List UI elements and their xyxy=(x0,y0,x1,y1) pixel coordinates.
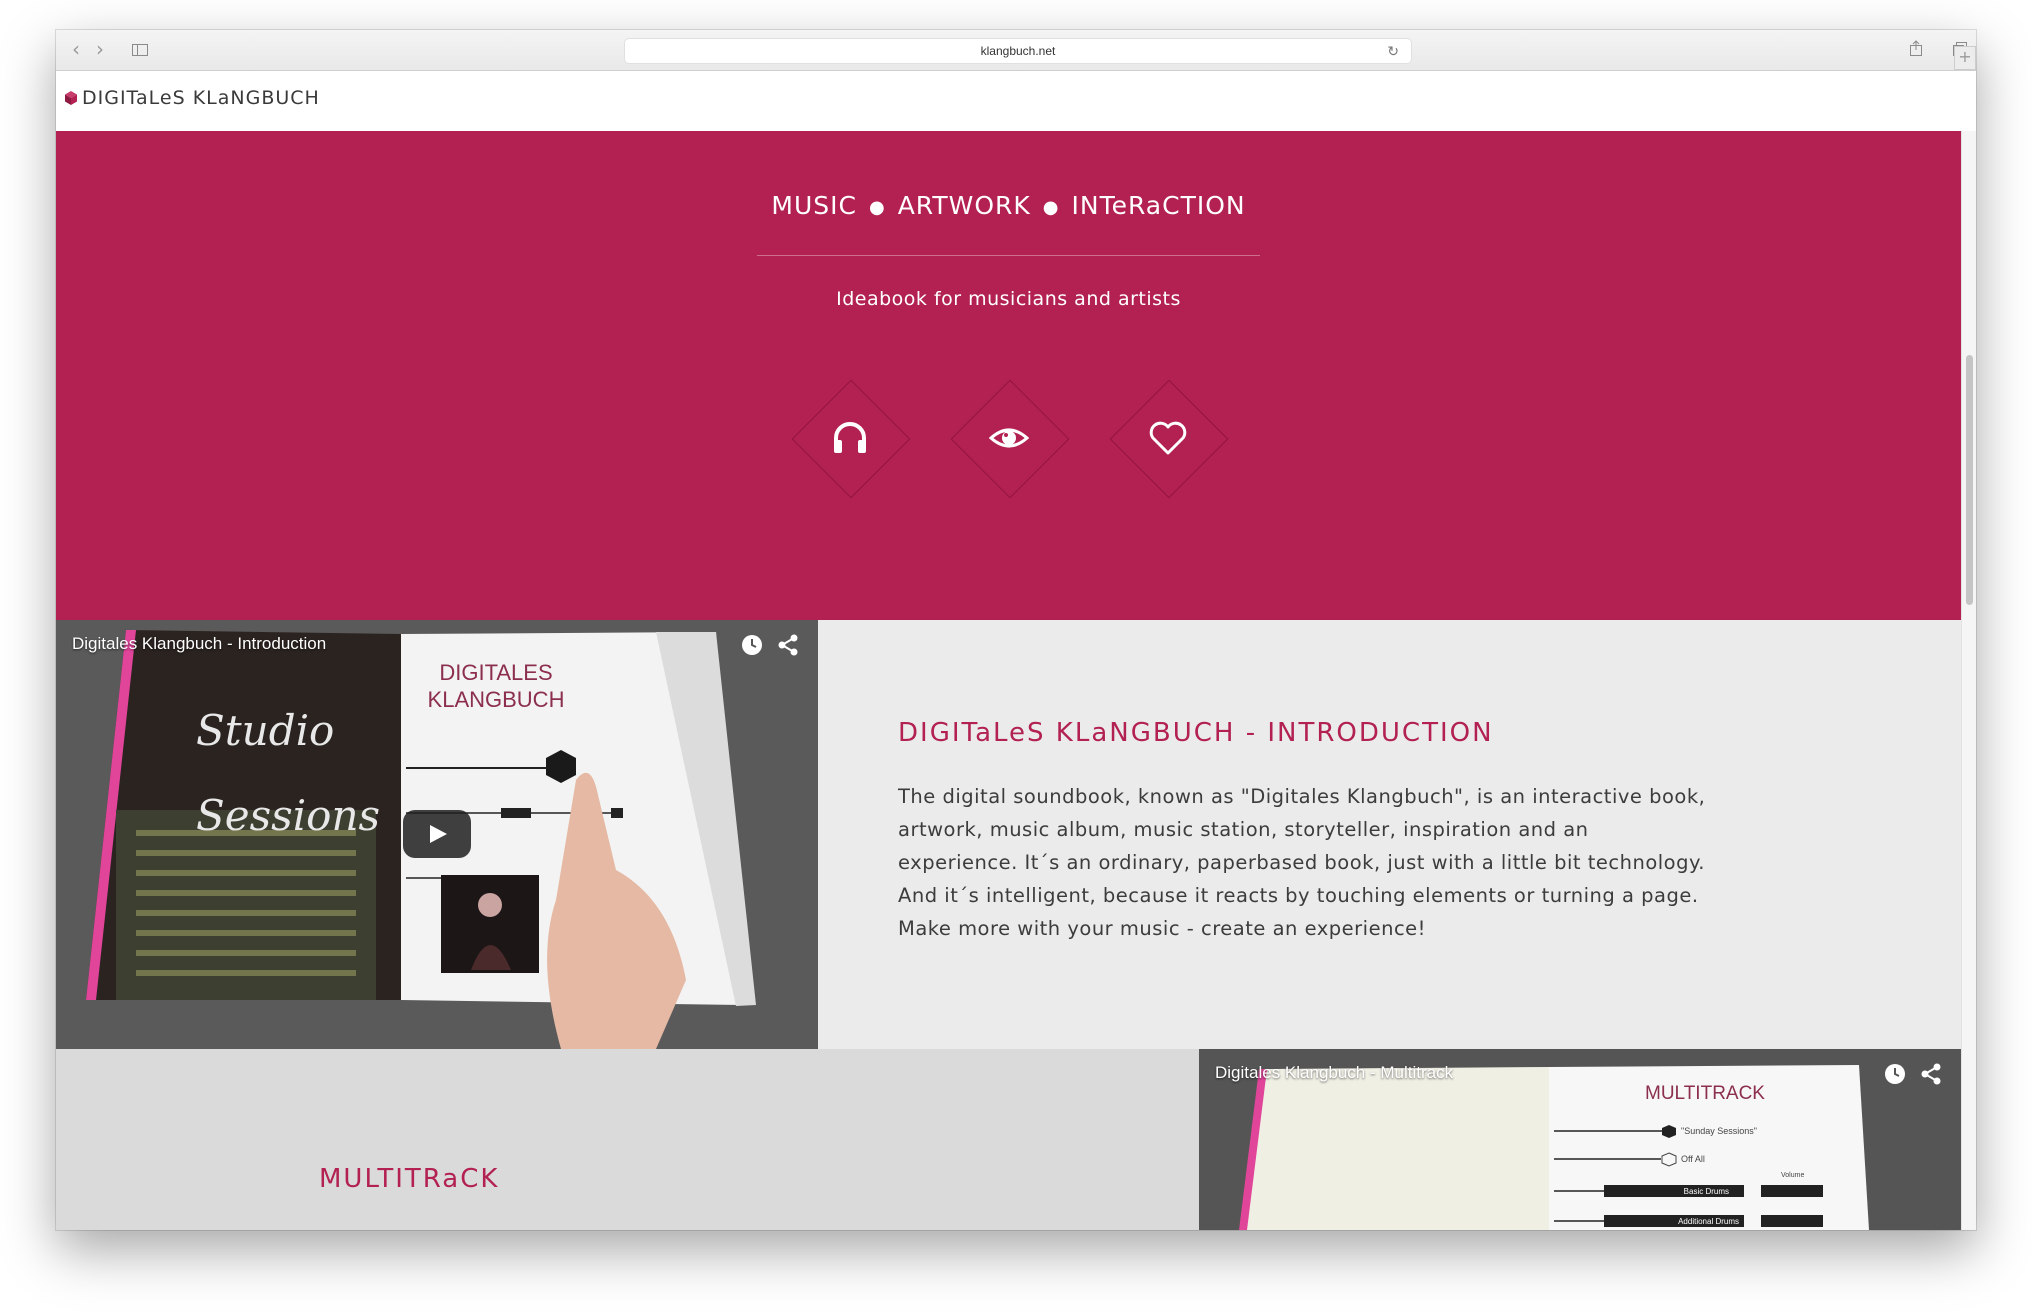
new-tab-button[interactable]: + xyxy=(1954,46,1976,70)
intro-video-title: Digitales Klangbuch - Introduction xyxy=(72,634,327,653)
cube-logo-icon xyxy=(65,91,77,105)
heart-icon xyxy=(1149,421,1187,455)
headphones-icon xyxy=(834,422,866,453)
page-scrollbar[interactable] xyxy=(1961,131,1976,1230)
intro-video-controls xyxy=(741,634,799,656)
intro-video[interactable]: DIGITALES KLANGBUCH Studio Sessions Digi… xyxy=(56,620,818,1049)
tagline-artwork: ARTWORK xyxy=(897,191,1031,220)
multitrack-video-book-title: MULTITRACK xyxy=(1645,1083,1765,1104)
intro-heading: DIGITaLeS KLaNGBUCH - INTRODUCTION xyxy=(898,718,1494,748)
intro-video-book-title-1: DIGITALES xyxy=(439,660,552,685)
intro-video-script-1: Studio xyxy=(196,706,334,755)
multitrack-video-label: Off All xyxy=(1681,1154,1705,1164)
back-icon[interactable]: ‹ xyxy=(64,39,88,61)
intro-video-book-title-2: KLANGBUCH xyxy=(428,687,565,712)
intro-text-line: Make more with your music - create an ex… xyxy=(898,917,1426,940)
browser-window: ‹ › klangbuch.net ↻ + DIGITaLeS KLaNGBUC… xyxy=(56,30,1976,1230)
share-video-icon[interactable] xyxy=(1920,1063,1942,1085)
hero-tagline: MUSIC ● ARTWORK ● INTeRaCTION xyxy=(771,191,1246,220)
share-icon[interactable] xyxy=(1904,39,1928,61)
sidebar-icon[interactable] xyxy=(128,39,152,61)
eye-icon xyxy=(989,428,1029,448)
multitrack-section: MULTITRaCK MULTITRACK "Sunday Sessions" … xyxy=(56,1049,1961,1230)
multitrack-video-label: Additional Drums xyxy=(1678,1217,1739,1226)
tagline-interaction: INTeRaCTION xyxy=(1071,191,1246,220)
site-logo[interactable]: DIGITaLeS KLaNGBUCH xyxy=(64,87,320,109)
multitrack-video-controls xyxy=(1884,1063,1942,1085)
multitrack-video-label: "Sunday Sessions" xyxy=(1681,1126,1757,1136)
intro-text-line: artwork, music album, music station, sto… xyxy=(898,818,1589,841)
multitrack-video[interactable]: MULTITRACK "Sunday Sessions" Off All Vol… xyxy=(1199,1049,1961,1230)
multitrack-video-label: Volume xyxy=(1781,1172,1804,1179)
watch-later-icon[interactable] xyxy=(1884,1063,1906,1085)
browser-toolbar: ‹ › klangbuch.net ↻ + xyxy=(56,30,1976,71)
multitrack-video-label: Basic Drums xyxy=(1684,1187,1729,1196)
url-text: klangbuch.net xyxy=(980,44,1056,58)
play-button[interactable] xyxy=(403,810,471,858)
intro-video-script-2: Sessions xyxy=(196,791,380,840)
intro-text: The digital soundbook, known as "Digital… xyxy=(898,780,1728,945)
reload-icon[interactable]: ↻ xyxy=(1387,39,1399,63)
scrollbar-thumb[interactable] xyxy=(1966,355,1973,605)
watch-later-icon[interactable] xyxy=(741,634,763,656)
intro-text-line: experience. It´s an ordinary, paperbased… xyxy=(898,851,1705,874)
forward-icon[interactable]: › xyxy=(88,39,112,61)
share-video-icon[interactable] xyxy=(777,634,799,656)
music-diamond-button[interactable] xyxy=(791,379,911,499)
interaction-diamond-button[interactable] xyxy=(1109,379,1229,499)
logo-text: DIGITaLeS KLaNGBUCH xyxy=(82,87,320,109)
artwork-diamond-button[interactable] xyxy=(950,379,1070,499)
hero-divider xyxy=(757,255,1260,256)
address-bar[interactable]: klangbuch.net ↻ xyxy=(624,38,1412,64)
site-header: DIGITaLeS KLaNGBUCH xyxy=(56,71,1976,131)
hero-section: MUSIC ● ARTWORK ● INTeRaCTION Ideabook for m… xyxy=(56,131,1961,620)
intro-text-line: The digital soundbook, known as "Digital… xyxy=(898,785,1706,808)
multitrack-heading: MULTITRaCK xyxy=(319,1164,500,1194)
intro-text-line: And it´s intelligent, because it reacts … xyxy=(898,884,1699,907)
multitrack-video-title: Digitales Klangbuch - Multitrack xyxy=(1215,1063,1454,1082)
tagline-music: MUSIC xyxy=(771,191,857,220)
hero-subtitle: Ideabook for musicians and artists xyxy=(836,288,1181,310)
intro-section: DIGITALES KLANGBUCH Studio Sessions Digi… xyxy=(56,620,1961,1049)
